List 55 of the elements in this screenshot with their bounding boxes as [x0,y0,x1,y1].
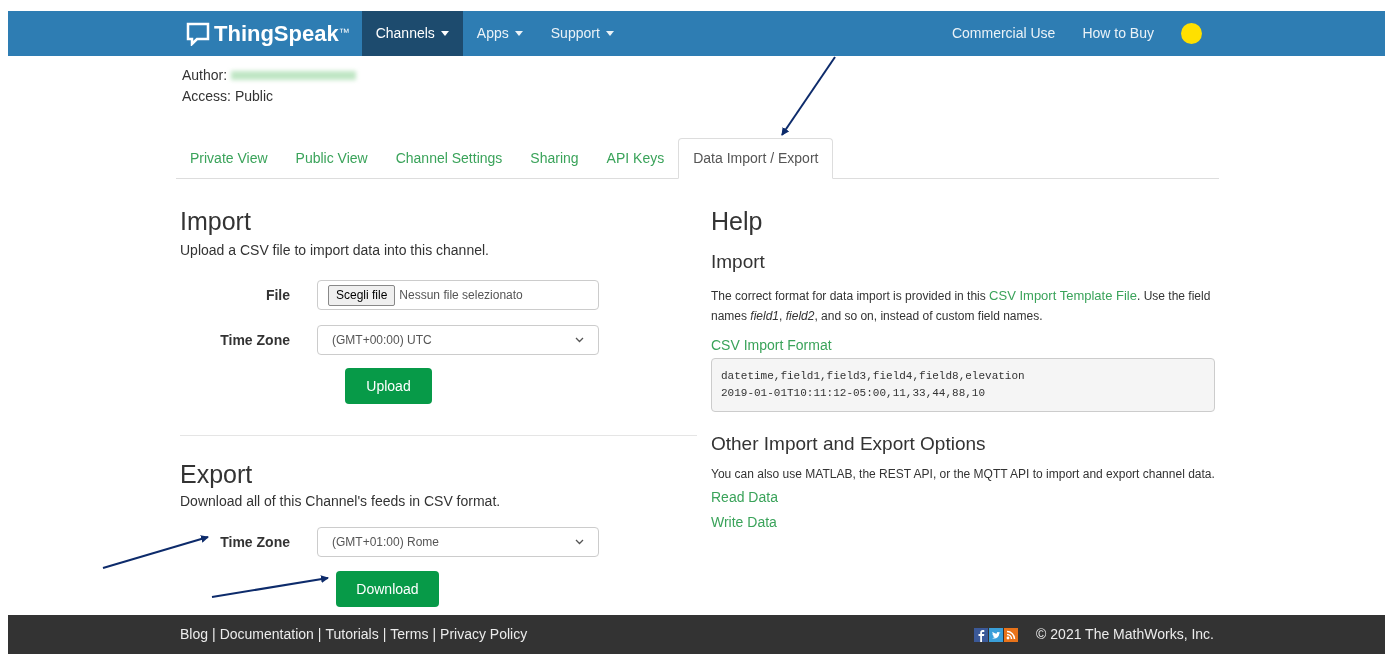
field-label: File [264,285,290,305]
description-text: Upload a CSV file to import data into this channel. [180,241,490,260]
separator-text: | [212,625,216,644]
tab[interactable]: Public View [281,138,382,178]
chevron-down-icon [575,539,584,545]
timezone-select[interactable]: (GMT+00:00) UTC [317,325,599,355]
avatar[interactable] [1181,23,1202,44]
section-heading: Import [180,206,252,236]
description-text: Download all of this Channel's feeds in CSV format. [180,492,502,511]
rss-icon[interactable] [1004,627,1019,642]
help-text: You can also use MATLAB, the REST API, or the MQTT API to import and export channel data. [711,466,1216,483]
link[interactable]: CSV Import Format [711,335,832,356]
bird-icon[interactable] [989,627,1004,642]
nav-link[interactable]: How to Buy [1082,23,1154,44]
tab[interactable]: Private View [176,138,282,178]
brand-logo-text[interactable]: ThingSpeak$^{™}$ [214,17,350,50]
field-label: Time Zone [219,330,290,350]
footer-link[interactable]: Tutorials [325,624,379,645]
separator-text: | [382,625,387,644]
nav-link[interactable]: Commercial Use [951,23,1056,44]
nav-menu[interactable]: Apps [462,11,537,56]
section-heading: Export [180,459,254,489]
subheading: Import [711,250,766,274]
link[interactable]: Write Data [711,512,777,533]
tab[interactable]: Data Import / Export [678,138,834,179]
info-label: Author: [182,66,228,85]
upload-button[interactable]: Upload [345,368,432,404]
copyright-text: © 2021 The MathWorks, Inc. [1036,625,1214,644]
section-heading: Help [711,206,764,236]
chat-bubble-icon [186,21,210,46]
tab[interactable]: Sharing [516,138,593,178]
timezone-select[interactable]: (GMT+01:00) Rome [317,527,599,557]
facebook-icon[interactable] [974,627,989,642]
footer-link[interactable]: Documentation [219,624,314,645]
choose-file-button[interactable]: Scegli file [328,284,396,306]
link[interactable]: Read Data [711,487,778,508]
chevron-down-icon [575,337,584,343]
subheading: Other Import and Export Options [711,432,987,456]
nav-menu[interactable]: Support [536,11,628,56]
separator-text: | [432,625,437,644]
tab[interactable]: Channel Settings [381,138,517,178]
link[interactable]: CSV Import Template File [989,288,1137,303]
help-text: The correct format for data import is provided in this CSV Import Template File. Use the field names field1, field2, and so on, instead of custom field names. [711,287,1211,325]
code-block: datetime,field1,field3,field4,field8,elevation 2019-01-01T10:11:12-05:00,11,33,44,88,10 [711,358,1215,412]
field-label: Time Zone [219,532,290,552]
footer-link[interactable]: Privacy Policy [440,624,528,645]
tab[interactable]: API Keys [592,138,679,178]
file-status-text: Nessun file selezionato [399,287,523,304]
separator-text: | [317,625,322,644]
file-field[interactable]: Scegli file Nessun file selezionato [317,280,599,310]
footer-link[interactable]: Terms [390,624,429,645]
footer-link[interactable]: Blog [180,624,209,645]
download-button[interactable]: Download [336,571,439,607]
nav-menu[interactable]: Channels [361,11,463,56]
info-label: Access: Public [182,87,274,106]
